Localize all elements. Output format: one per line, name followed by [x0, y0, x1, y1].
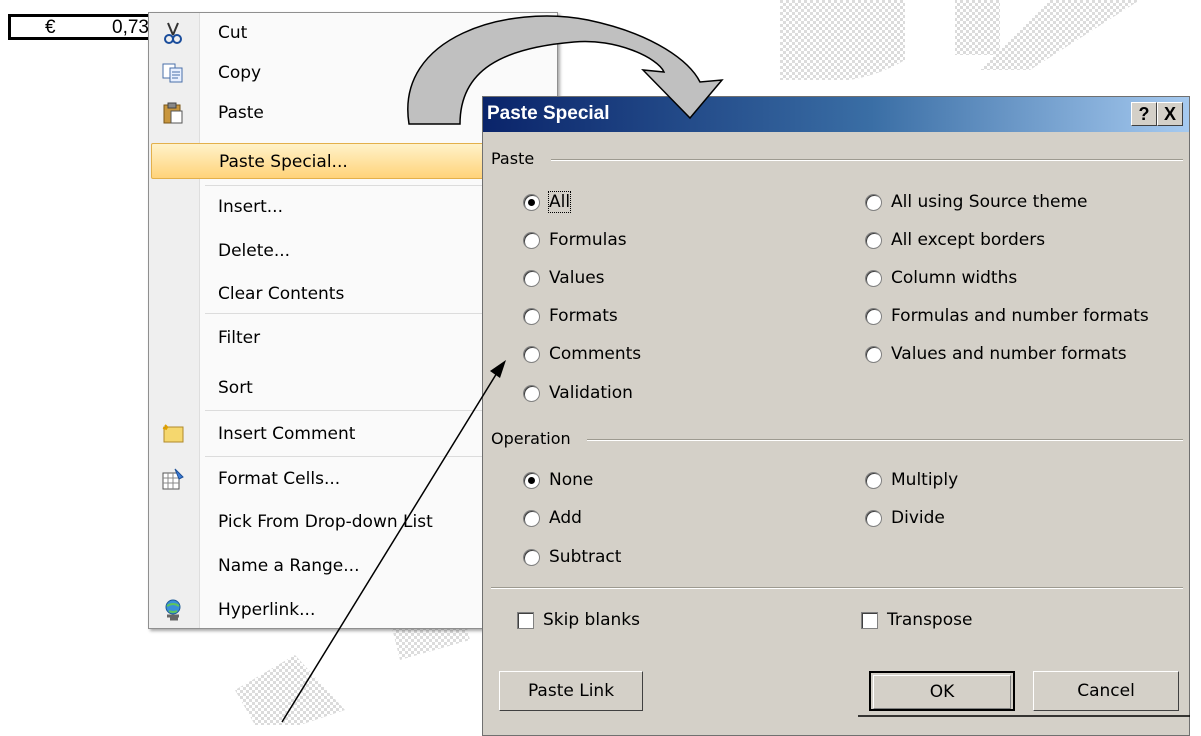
radio-label: Formulas and number formats [891, 306, 1149, 326]
radio-label: All [547, 191, 572, 213]
ok-button-label: OK [873, 675, 1011, 709]
help-icon: ? [1138, 104, 1150, 124]
checkbox-label: Skip blanks [543, 610, 640, 630]
close-icon: X [1163, 104, 1176, 124]
menu-item-label: Paste Special... [219, 152, 348, 172]
cancel-button[interactable]: Cancel [1033, 671, 1179, 711]
menu-item-label: Paste [218, 103, 264, 123]
scissors-icon [161, 21, 185, 45]
close-button[interactable]: X [1157, 102, 1183, 126]
hyperlink-icon [161, 598, 185, 622]
dialog-title-bar[interactable]: Paste Special ? X [483, 97, 1189, 132]
menu-item-label: Cut [218, 23, 248, 43]
paste-special-dialog: Paste Special ? X Paste All Formulas Val… [482, 96, 1190, 736]
menu-item-label: Delete... [218, 241, 291, 261]
paste-group-label: Paste [491, 149, 535, 168]
operation-group-label: Operation [491, 429, 571, 448]
menu-item-label: Sort [218, 378, 253, 398]
dialog-title: Paste Special [487, 103, 610, 124]
menu-item-copy[interactable]: Copy [151, 55, 555, 91]
radio-label: Validation [549, 383, 633, 403]
menu-item-label: Filter [218, 328, 261, 348]
menu-item-label: Pick From Drop-down List [218, 512, 433, 532]
menu-item-label: Format Cells... [218, 469, 341, 489]
radio-label: Subtract [549, 547, 622, 567]
radio-label: None [549, 470, 594, 490]
menu-item-label: Name a Range... [218, 556, 360, 576]
operation-group-line [587, 439, 1183, 441]
radio-label: Divide [891, 508, 945, 528]
radio-label: Add [549, 508, 582, 528]
help-button[interactable]: ? [1131, 102, 1157, 126]
menu-item-label: Clear Contents [218, 284, 345, 304]
menu-item-label: Insert... [218, 197, 283, 217]
radio-label: Values and number formats [891, 344, 1127, 364]
radio-label: Column widths [891, 268, 1018, 288]
radio-label: Values [549, 268, 605, 288]
cell-value: 0,73 [112, 17, 149, 38]
dialog-separator [491, 587, 1183, 589]
menu-item-cut[interactable]: Cut [151, 15, 555, 51]
copy-icon [161, 61, 185, 85]
selected-cell[interactable]: € 0,73 [8, 14, 158, 40]
menu-item-label: Insert Comment [218, 424, 356, 444]
cell-currency: € [45, 17, 56, 38]
format-cells-icon [161, 467, 185, 491]
radio-label: Formulas [549, 230, 627, 250]
comment-icon [161, 422, 185, 446]
radio-label: All using Source theme [891, 192, 1088, 212]
menu-item-label: Copy [218, 63, 262, 83]
ok-button[interactable]: OK [869, 671, 1015, 711]
clipboard-icon [161, 101, 185, 125]
radio-label: Multiply [891, 470, 959, 490]
radio-label: All except borders [891, 230, 1046, 250]
radio-label: Comments [549, 344, 642, 364]
radio-label: Formats [549, 306, 618, 326]
paste-group-line [551, 159, 1183, 161]
checkbox-label: Transpose [887, 610, 973, 630]
menu-item-label: Hyperlink... [218, 600, 316, 620]
paste-link-button[interactable]: Paste Link [499, 671, 643, 711]
